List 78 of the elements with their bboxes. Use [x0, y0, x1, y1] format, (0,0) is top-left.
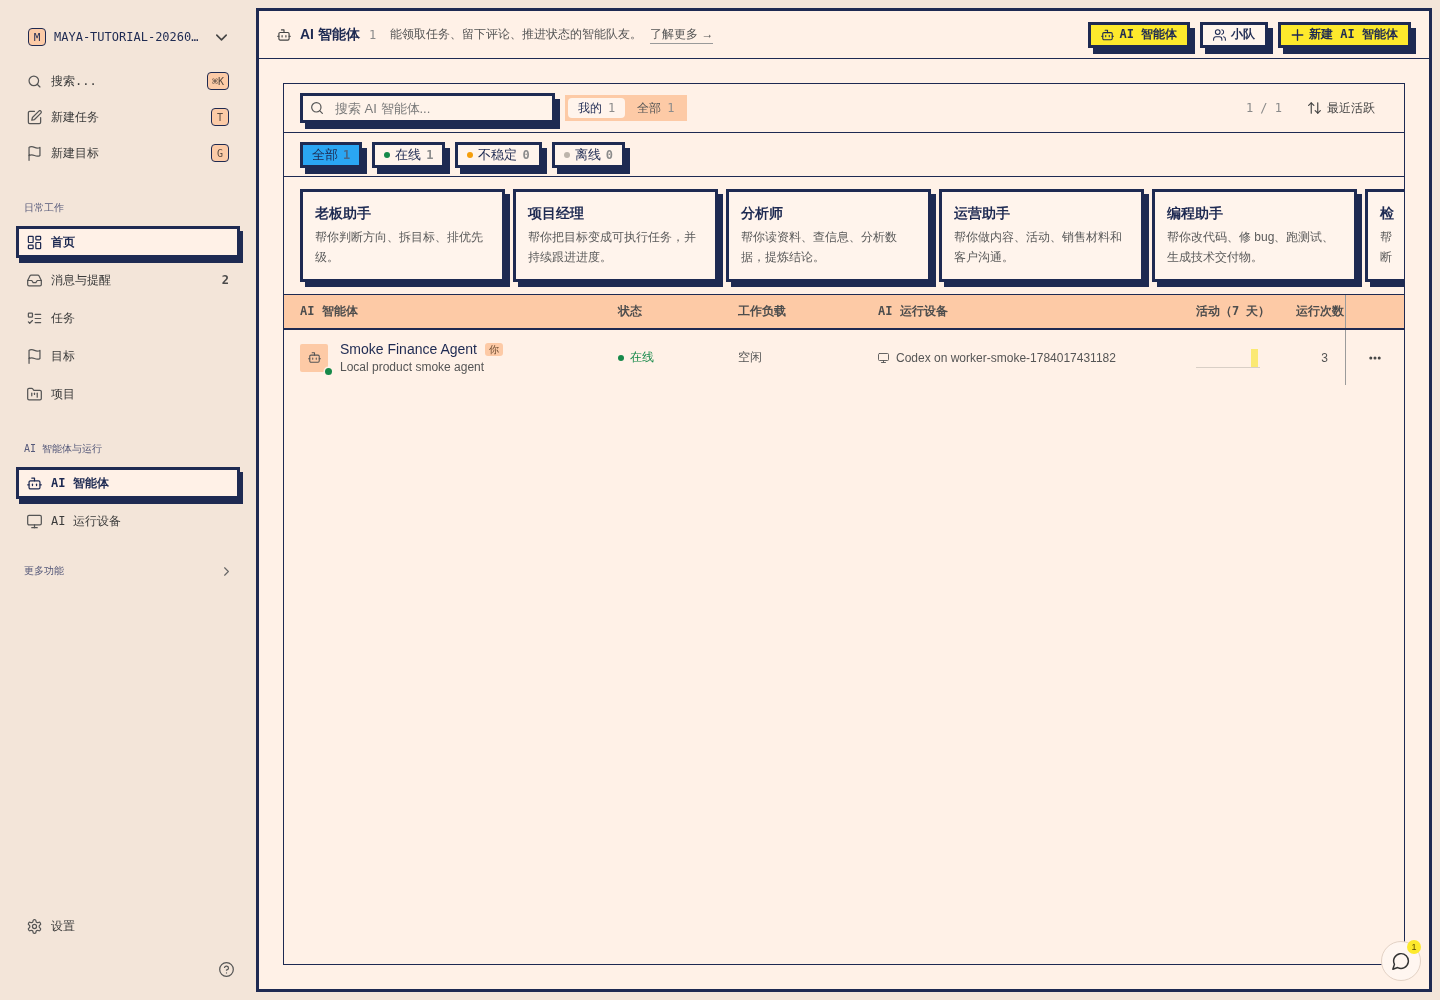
page-title: AI 智能体 — [300, 25, 360, 44]
dashboard-icon — [27, 234, 42, 250]
agent-count: 1 — [368, 27, 377, 42]
run-count: 3 — [1321, 350, 1328, 365]
card-title: 运营助手 — [954, 204, 1010, 223]
card-description: 帮你改代码、修 bug、跑测试、 生成技术交付物。 — [1167, 229, 1335, 266]
nav-item[interactable]: 项目 — [16, 378, 240, 410]
card-description: 帮你判断方向、拆目标、排优先 级。 — [315, 229, 483, 266]
search-icon — [311, 102, 323, 114]
shortcut-hint: G — [211, 144, 229, 162]
scope-tab[interactable]: 全部 1 — [627, 98, 685, 118]
search-field[interactable]: 搜索 AI 智能体... — [300, 93, 555, 123]
card-description: 帮你读资料、查信息、分析数 据，提炼结论。 — [741, 229, 897, 266]
quick-action[interactable]: 新建目标 G — [16, 137, 240, 169]
settings-icon — [27, 918, 42, 934]
robot-icon — [307, 352, 321, 363]
help-icon[interactable] — [219, 962, 234, 977]
flag-icon — [27, 348, 42, 364]
shortcut-hint: T — [211, 108, 229, 126]
nav-item[interactable]: AI 运行设备 — [16, 505, 240, 537]
notification-badge: 1 — [1407, 940, 1421, 954]
page-indicator: 1 / 1 — [1245, 101, 1282, 115]
plus-icon — [1291, 28, 1305, 41]
card-description: 帮 断 — [1380, 229, 1392, 266]
section-title: 日常工作 — [24, 201, 64, 215]
folder-icon — [27, 386, 42, 402]
card-description: 帮你做内容、活动、销售材料和 客户沟通。 — [954, 229, 1122, 266]
card-title: 项目经理 — [528, 204, 584, 223]
checklist-icon — [27, 310, 42, 326]
workload-text: 空闲 — [738, 349, 762, 366]
section-title: AI 智能体与运行 — [24, 442, 103, 456]
robot-icon — [1101, 28, 1115, 41]
card-title: 老板助手 — [315, 204, 371, 223]
flag-icon — [27, 145, 42, 161]
robot-icon — [27, 475, 42, 491]
search-icon — [27, 73, 42, 89]
more-icon[interactable] — [1369, 355, 1381, 360]
monitor-icon — [878, 352, 889, 363]
page-description: 能领取任务、留下评论、推进状态的智能队友。 — [390, 26, 643, 43]
settings-item[interactable]: 设置 — [16, 910, 240, 942]
learn-more-link[interactable]: 了解更多 → — [650, 25, 714, 44]
column-header: 工作负载 — [738, 303, 786, 320]
activity-sparkline — [1196, 347, 1260, 368]
workspace-avatar: M — [28, 28, 46, 46]
unread-count: 2 — [221, 273, 229, 287]
card-title: 检 — [1380, 204, 1394, 223]
card-description: 帮你把目标变成可执行任务，并 持续跟进进度。 — [528, 229, 696, 266]
chat-button[interactable]: 1 — [1381, 941, 1421, 981]
sort-button[interactable]: 最近活跃 — [1308, 99, 1375, 117]
column-header: 活动（7 天） — [1196, 303, 1271, 320]
workspace-name[interactable]: MAYA-TUTORIAL-20260… — [54, 30, 199, 44]
more-features-toggle[interactable]: 更多功能 — [16, 561, 240, 581]
robot-icon — [277, 28, 291, 41]
nav-item[interactable]: 目标 — [16, 340, 240, 372]
shortcut-hint: ⌘K — [206, 72, 229, 90]
column-header: 运行次数 — [1296, 303, 1344, 320]
inbox-icon — [27, 272, 42, 288]
nav-item[interactable]: 消息与提醒 2 — [16, 264, 240, 296]
users-icon — [1213, 28, 1227, 41]
monitor-icon — [27, 513, 42, 529]
device-name: Codex on worker-smoke-1784017431182 — [896, 350, 1116, 365]
agent-description: Local product smoke agent — [340, 360, 486, 374]
agent-name[interactable]: Smoke Finance Agent — [340, 341, 477, 357]
column-header: AI 运行设备 — [878, 303, 948, 320]
scope-tab[interactable]: 我的 1 — [568, 98, 626, 118]
status-text: 在线 — [630, 349, 654, 366]
chevron-down-icon[interactable] — [216, 33, 227, 41]
card-title: 分析师 — [741, 204, 783, 223]
column-header: AI 智能体 — [300, 303, 358, 320]
chat-icon — [1392, 952, 1410, 970]
column-header: 状态 — [618, 303, 642, 320]
sort-icon — [1308, 102, 1321, 114]
owner-badge: 你 — [485, 342, 503, 356]
quick-action[interactable]: 搜索... ⌘K — [16, 65, 240, 97]
nav-item[interactable]: 任务 — [16, 302, 240, 334]
card-title: 编程助手 — [1167, 204, 1223, 223]
quick-action[interactable]: 新建任务 T — [16, 101, 240, 133]
edit-icon — [27, 109, 42, 125]
